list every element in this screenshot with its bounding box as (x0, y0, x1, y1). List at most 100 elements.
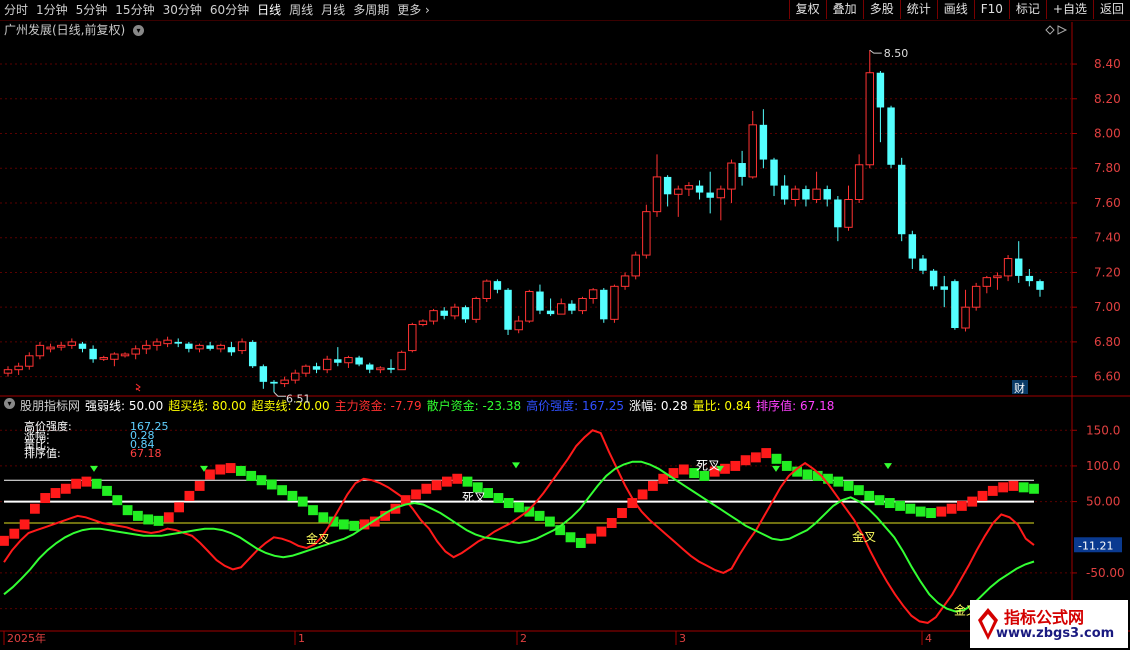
candle-body (1014, 258, 1023, 276)
signal-label: 金叉 (306, 531, 330, 546)
indicator-step-bar (740, 455, 751, 466)
candle-body (270, 381, 278, 384)
candle-body (461, 307, 470, 320)
indicator-step-bar (781, 460, 792, 471)
indicator-step-bar (153, 515, 164, 526)
price-tick-label: 7.80 (1094, 161, 1121, 175)
candle-body (120, 353, 130, 357)
candle-body (951, 281, 959, 329)
indicator-step-bar (194, 480, 205, 491)
candle-body (940, 286, 948, 290)
candle-body (482, 280, 491, 299)
candle-body (312, 366, 321, 370)
candle-body (780, 185, 789, 200)
indicator-step-bar (442, 476, 452, 487)
candle-body (344, 357, 353, 364)
candle-body (376, 367, 385, 371)
candle-body (546, 310, 555, 315)
indicator-tick-label: 150.0 (1086, 423, 1120, 437)
candle-body (408, 324, 417, 352)
candle-body (493, 281, 502, 290)
indicator-step-bar (1008, 480, 1019, 491)
candle-body (908, 234, 917, 259)
candle-body (834, 199, 842, 228)
watermark-title: 指标公式网 (1004, 608, 1085, 627)
sell-arrow-icon (772, 465, 780, 472)
candle-body (876, 72, 885, 108)
candle-body (248, 341, 257, 367)
price-tick-label: 8.00 (1094, 127, 1121, 141)
overlay-value: 67.18 (130, 447, 162, 460)
indicator-tick-label: 50.00 (1086, 495, 1120, 509)
candle-body (450, 306, 460, 317)
candle-body (89, 348, 97, 360)
candle-body (99, 357, 108, 360)
candle-body (131, 348, 140, 355)
candle-body (259, 366, 268, 382)
indicator-step-bar (9, 528, 20, 539)
overlay-label: 排序值: (24, 446, 61, 460)
indicator-step-bar (287, 490, 298, 501)
candle-body (812, 188, 821, 201)
candle-body (695, 185, 704, 193)
indicator-step-bar (431, 480, 442, 491)
candle-body (195, 344, 204, 350)
watermark-url: www.zbgs3.com (996, 626, 1115, 641)
candle-body (471, 297, 481, 320)
indicator-step-bar (91, 478, 102, 489)
price-tick-label: 7.60 (1094, 196, 1121, 210)
indicator-step-bar (215, 464, 226, 475)
candle-body (185, 343, 193, 349)
indicator-step-bar (349, 520, 360, 531)
indicator-step-bar (915, 506, 926, 517)
indicator-step-bar (256, 475, 267, 486)
indicator-step-bar (648, 480, 658, 491)
candle-body (174, 341, 182, 344)
indicator-step-bar (606, 518, 617, 528)
time-axis-label: 1 (298, 632, 305, 645)
candle-body (1003, 258, 1013, 277)
indicator-step-bar (1029, 483, 1039, 494)
indicator-step-bar (30, 503, 40, 514)
candle-body (706, 192, 714, 198)
current-value-badge: -11.21 (1078, 539, 1113, 552)
price-tick-label: 7.00 (1094, 300, 1121, 314)
indicator-step-bar (112, 495, 123, 506)
price-tick-label: 6.80 (1094, 335, 1121, 349)
indicator-step-bar (957, 500, 967, 511)
indicator-step-bar (102, 485, 112, 496)
indicator-step-bar (122, 505, 133, 516)
candle-body (25, 355, 34, 367)
candle-body (163, 339, 172, 345)
candle-body (142, 344, 151, 350)
candle-body (440, 310, 448, 316)
candle-body (652, 176, 662, 213)
indicator-step-bar (617, 508, 627, 519)
price-tick-label: 8.20 (1094, 92, 1121, 106)
kline-chart[interactable]: 8.40 8.20 8.00 7.80 7.60 7.40 7.20 7.00 6.80 6.60… (0, 0, 1130, 650)
candle-body (280, 379, 289, 385)
indicator-step-bar (133, 510, 143, 521)
candle-body (620, 275, 630, 287)
candle-body (929, 270, 938, 287)
candle-body (3, 369, 13, 374)
indicator-step-bar (411, 489, 421, 500)
indicator-step-bar (163, 512, 174, 523)
indicator-tick-label: 100.0 (1086, 459, 1120, 473)
sell-arrow-icon (90, 465, 98, 472)
candle-body (536, 291, 544, 311)
indicator-step-bar (81, 476, 92, 487)
indicator-step-bar (50, 488, 61, 499)
indicator-step-bar (833, 476, 844, 487)
indicator-step-bar (730, 460, 741, 471)
indicator-step-bar (514, 502, 524, 513)
candle-body (823, 189, 831, 200)
indicator-step-bar (225, 463, 236, 474)
watermark: 指标公式网 www.zbgs3.com (970, 600, 1128, 648)
candle-body (67, 341, 77, 346)
candle-body (770, 159, 778, 186)
price-tick-label: 6.60 (1094, 370, 1121, 384)
candle-body (971, 285, 981, 308)
indicator-step-bar (987, 485, 998, 496)
candle-body (600, 289, 608, 320)
